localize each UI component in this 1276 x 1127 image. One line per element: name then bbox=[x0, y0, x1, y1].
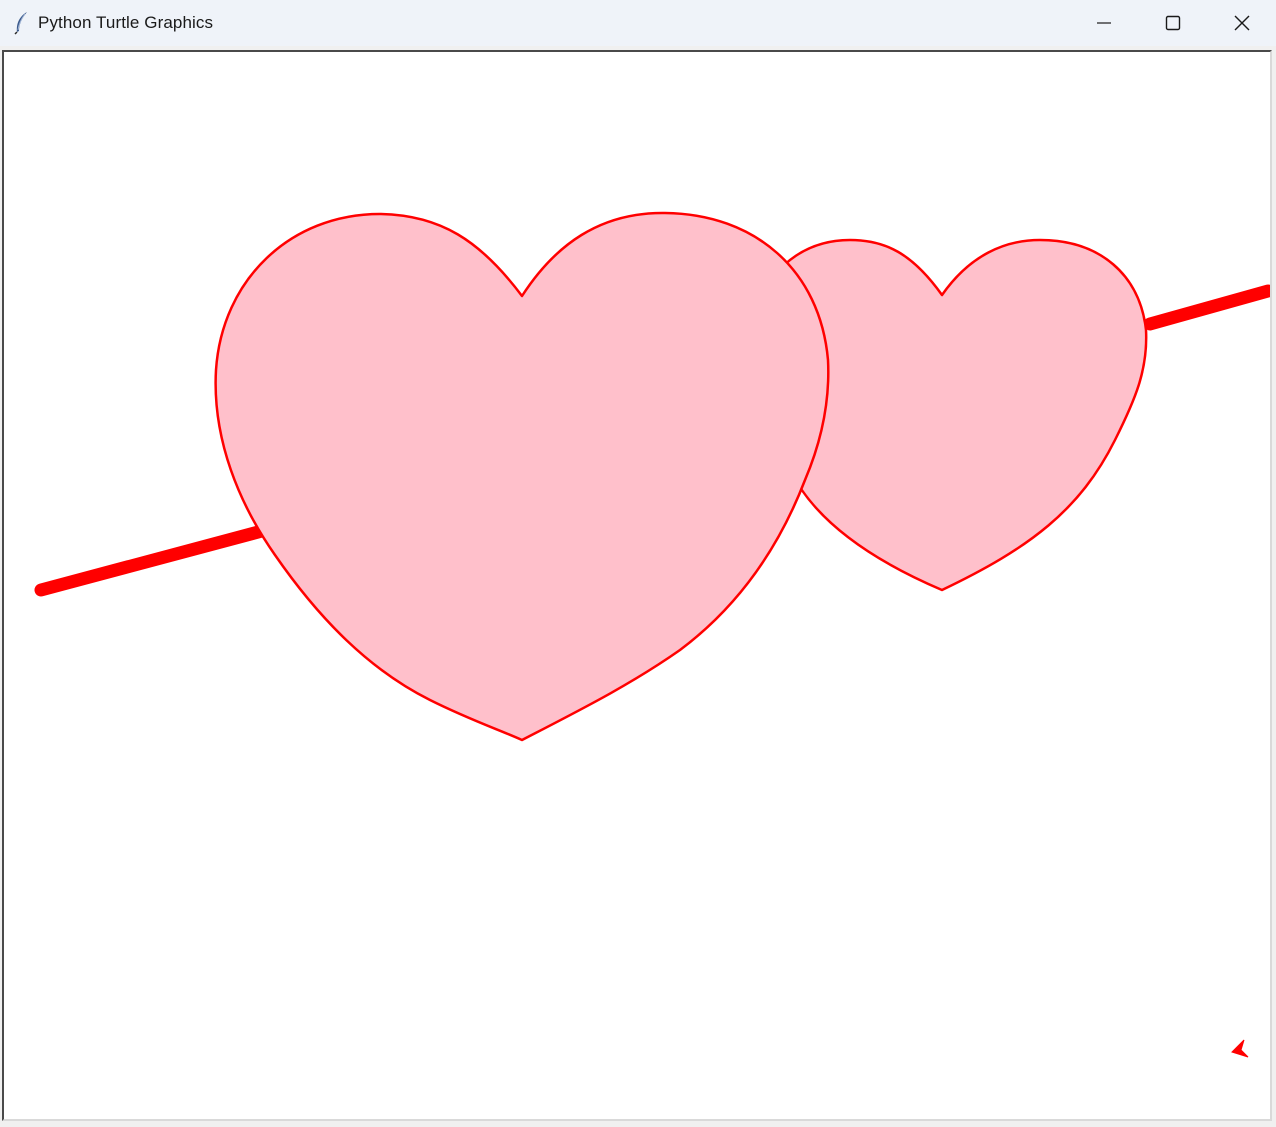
large-heart bbox=[214, 211, 830, 742]
close-button[interactable] bbox=[1207, 0, 1276, 46]
turtle-arrow-icon bbox=[1231, 1039, 1249, 1058]
turtle-canvas[interactable] bbox=[2, 50, 1272, 1121]
turtle-window: Python Turtle Graphics bbox=[0, 0, 1276, 1127]
arrow-shaft-right bbox=[1143, 284, 1270, 331]
title-bar[interactable]: Python Turtle Graphics bbox=[0, 0, 1276, 46]
minimize-icon bbox=[1096, 22, 1111, 24]
minimize-button[interactable] bbox=[1069, 0, 1138, 46]
turtle-drawing bbox=[34, 211, 1270, 1058]
maximize-icon bbox=[1165, 15, 1180, 31]
window-title: Python Turtle Graphics bbox=[38, 13, 214, 32]
feather-icon bbox=[10, 11, 34, 35]
window-controls bbox=[1069, 0, 1276, 46]
arrow-shaft-left bbox=[34, 524, 269, 597]
close-icon bbox=[1234, 15, 1249, 31]
maximize-button[interactable] bbox=[1138, 0, 1207, 46]
